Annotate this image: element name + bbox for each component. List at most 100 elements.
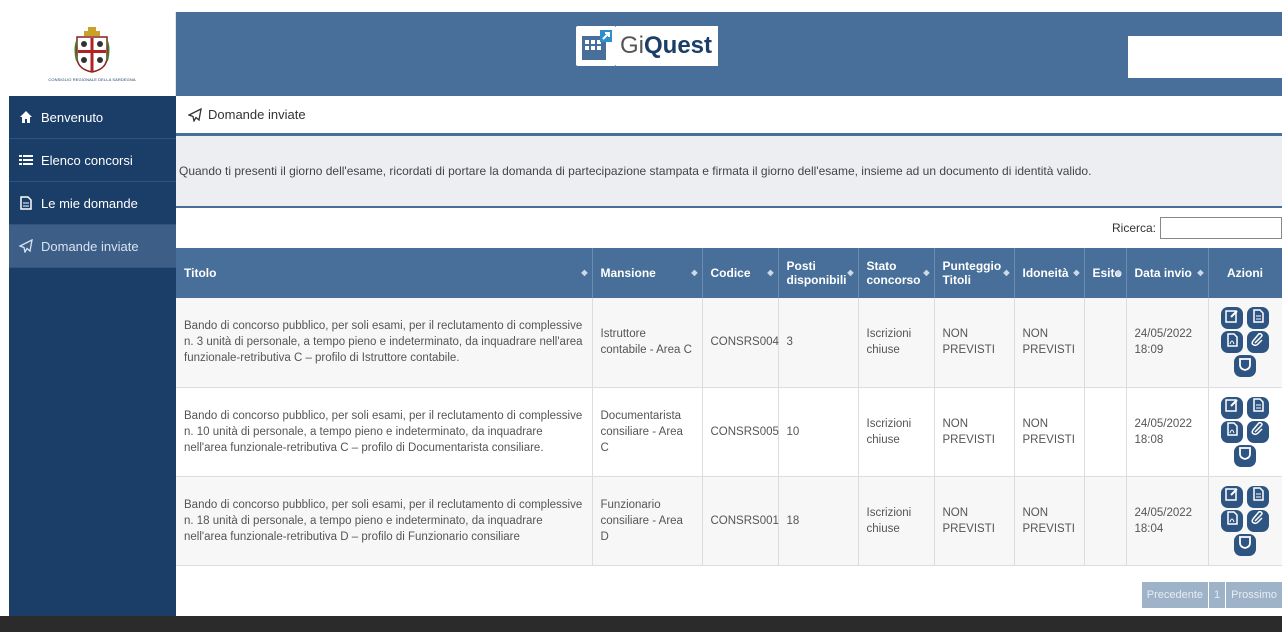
sort-icon[interactable]: ◆ xyxy=(847,266,853,280)
paper-plane-icon xyxy=(19,239,33,253)
cell-titolo: Bando di concorso pubblico, per soli esa… xyxy=(176,298,593,388)
col-header-azioni: Azioni xyxy=(1208,248,1282,298)
sort-icon[interactable]: ◆ xyxy=(1115,266,1121,280)
document-icon xyxy=(19,196,33,210)
pdf-icon xyxy=(1225,333,1239,352)
sidebar: CONSIGLIO REGIONALE DELLA SARDEGNA Benve… xyxy=(9,12,176,616)
notice-banner: Quando ti presenti il giorno dell'esame,… xyxy=(176,136,1282,208)
sidebar-item-le-mie-domande[interactable]: Le mie domande xyxy=(9,182,176,225)
badge-button[interactable] xyxy=(1234,444,1256,467)
row-actions xyxy=(1217,396,1274,467)
cell-esito xyxy=(1084,298,1127,388)
col-header-titolo[interactable]: Titolo ◆ xyxy=(176,248,593,298)
giquest-logo-icon xyxy=(576,26,616,66)
cell-titolo: Bando di concorso pubblico, per soli esa… xyxy=(176,387,593,477)
col-header-codice[interactable]: Codice ◆ xyxy=(702,248,779,298)
cell-esito xyxy=(1084,476,1127,566)
cell-punteggio: NON PREVISTI xyxy=(934,298,1015,388)
prev-page-button[interactable]: Precedente xyxy=(1141,582,1209,608)
col-header-mansione[interactable]: Mansione ◆ xyxy=(592,248,703,298)
attachment-button[interactable] xyxy=(1247,509,1269,532)
applications-table: Titolo ◆ Mansione ◆ Codice ◆ Posti disponib… xyxy=(176,248,1282,566)
next-page-button[interactable]: Prossimo xyxy=(1226,582,1282,608)
page-1-button[interactable]: 1 xyxy=(1209,582,1226,608)
pdf-button[interactable] xyxy=(1221,509,1243,532)
edit-button[interactable] xyxy=(1221,307,1243,330)
sidebar-item-benvenuto[interactable]: Benvenuto xyxy=(9,96,176,139)
sort-icon[interactable]: ◆ xyxy=(581,266,587,280)
col-header-punteggio[interactable]: Punteggio Titoli ◆ xyxy=(934,248,1015,298)
col-header-stato[interactable]: Stato concorso ◆ xyxy=(858,248,935,298)
sort-icon[interactable]: ◆ xyxy=(1197,266,1203,280)
cell-stato: Iscrizioni chiuse xyxy=(858,387,935,477)
row-actions xyxy=(1217,485,1274,556)
pagination: Precedente 1 Prossimo xyxy=(1141,582,1282,608)
cell-posti: 18 xyxy=(778,476,859,566)
attachment-button[interactable] xyxy=(1247,331,1269,354)
view-document-button[interactable] xyxy=(1247,396,1269,419)
attachment-icon xyxy=(1251,421,1265,441)
table-row: Bando di concorso pubblico, per soli esa… xyxy=(176,387,1282,477)
sort-icon[interactable]: ◆ xyxy=(1073,266,1079,280)
cell-posti: 3 xyxy=(778,298,859,388)
cell-mansione: Funzionario consiliare - Area D xyxy=(592,476,703,566)
sidebar-item-label: Elenco concorsi xyxy=(41,152,133,168)
sort-icon[interactable]: ◆ xyxy=(691,266,697,280)
search-input[interactable] xyxy=(1160,217,1282,239)
sort-icon[interactable]: ◆ xyxy=(1003,266,1009,280)
pdf-icon xyxy=(1225,422,1239,441)
crest-icon xyxy=(74,26,110,73)
list-icon xyxy=(19,153,33,167)
edit-icon xyxy=(1225,309,1239,328)
brand-logo: Gi Quest xyxy=(576,26,719,66)
table-row: Bando di concorso pubblico, per soli esa… xyxy=(176,476,1282,566)
header: Gi Quest xyxy=(176,12,1282,96)
badge-button[interactable] xyxy=(1234,533,1256,556)
cell-mansione: Istruttore contabile - Area C xyxy=(592,298,703,388)
search-row: Ricerca: xyxy=(176,208,1282,248)
col-header-posti[interactable]: Posti disponibili ◆ xyxy=(778,248,859,298)
edit-icon xyxy=(1225,398,1239,417)
breadcrumb: Domande inviate xyxy=(176,96,1282,136)
edit-icon xyxy=(1225,487,1239,506)
cell-azioni xyxy=(1208,387,1282,477)
pdf-icon xyxy=(1225,511,1239,530)
pdf-button[interactable] xyxy=(1221,420,1243,443)
edit-button[interactable] xyxy=(1221,485,1243,508)
col-header-esito[interactable]: Esito ◆ xyxy=(1084,248,1127,298)
sidebar-item-label: Le mie domande xyxy=(41,195,138,211)
document-icon xyxy=(1251,487,1265,506)
edit-button[interactable] xyxy=(1221,396,1243,419)
view-document-button[interactable] xyxy=(1247,485,1269,508)
cell-mansione: Documentarista consiliare - Area C xyxy=(592,387,703,477)
pdf-button[interactable] xyxy=(1221,331,1243,354)
logo-caption: CONSIGLIO REGIONALE DELLA SARDEGNA xyxy=(48,76,136,82)
cell-azioni xyxy=(1208,298,1282,388)
home-icon xyxy=(19,110,33,124)
cell-titolo: Bando di concorso pubblico, per soli esa… xyxy=(176,476,593,566)
badge-button[interactable] xyxy=(1234,355,1256,378)
sidebar-item-domande-inviate[interactable]: Domande inviate xyxy=(9,225,176,268)
view-document-button[interactable] xyxy=(1247,307,1269,330)
cell-stato: Iscrizioni chiuse xyxy=(858,476,935,566)
cell-idoneita: NON PREVISTI xyxy=(1014,387,1085,477)
badge-icon xyxy=(1238,446,1252,465)
badge-icon xyxy=(1238,357,1252,376)
cell-data: 24/05/2022 18:09 xyxy=(1126,298,1209,388)
col-header-data[interactable]: Data invio ◆ xyxy=(1126,248,1209,298)
sort-icon[interactable]: ◆ xyxy=(923,266,929,280)
sidebar-item-elenco-concorsi[interactable]: Elenco concorsi xyxy=(9,139,176,182)
row-actions xyxy=(1217,307,1274,378)
badge-icon xyxy=(1238,535,1252,554)
sort-icon[interactable]: ◆ xyxy=(767,266,773,280)
cell-idoneita: NON PREVISTI xyxy=(1014,476,1085,566)
col-header-idoneita[interactable]: Idoneità ◆ xyxy=(1014,248,1085,298)
cell-stato: Iscrizioni chiuse xyxy=(858,298,935,388)
attachment-button[interactable] xyxy=(1247,420,1269,443)
cell-esito xyxy=(1084,387,1127,477)
attachment-icon xyxy=(1251,510,1265,530)
document-icon xyxy=(1251,309,1265,328)
cell-punteggio: NON PREVISTI xyxy=(934,476,1015,566)
header-user-area xyxy=(1128,36,1282,78)
main-content: Domande inviate Quando ti presenti il gi… xyxy=(176,96,1282,616)
